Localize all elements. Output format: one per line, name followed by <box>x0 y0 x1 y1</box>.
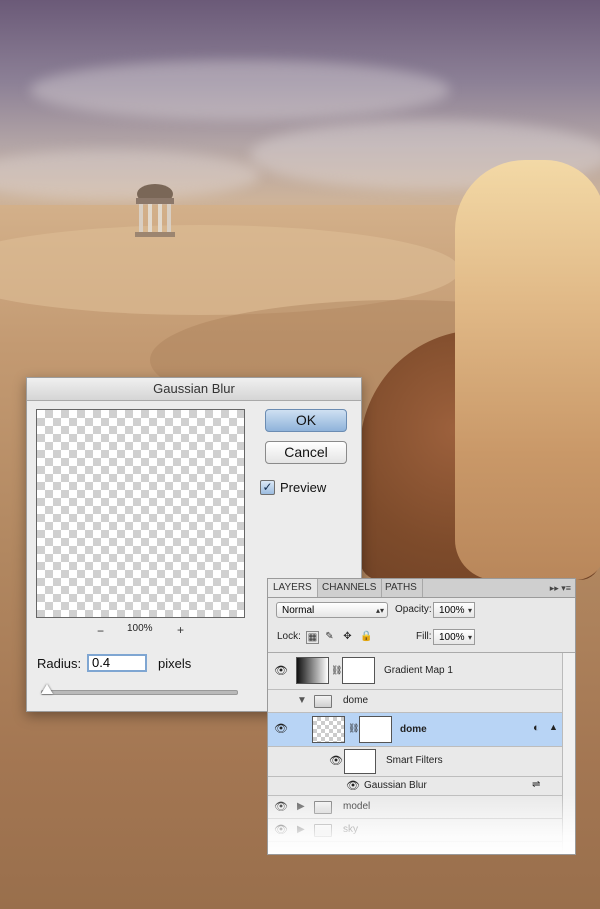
lock-transparency-icon[interactable]: ▦ <box>306 631 319 644</box>
radius-unit: pixels <box>158 656 192 671</box>
radius-slider-thumb[interactable] <box>41 684 53 694</box>
collapse-arrow-icon[interactable]: ▲ <box>549 722 558 732</box>
fill-label: Fill: <box>416 631 432 642</box>
layer-mask-thumbnail <box>359 716 392 743</box>
blend-controls: Normal ▴▾ Opacity: 100% ▾ <box>273 602 573 620</box>
smart-filter-badge-icon: ◐ <box>533 722 540 734</box>
layer-row[interactable]: 👁 ⛓ Gradient Map 1 <box>268 653 562 690</box>
filter-mask-thumbnail <box>344 749 376 774</box>
group-name: model <box>343 801 371 812</box>
expand-triangle-icon[interactable]: ▶ <box>297 824 305 835</box>
opacity-value: 100% <box>439 605 465 616</box>
layer-group-row[interactable]: 👁 ▶ sky <box>268 819 562 842</box>
opacity-input[interactable]: 100% ▾ <box>433 602 475 618</box>
eye-icon[interactable]: 👁 <box>328 754 344 768</box>
layer-group-row[interactable]: ▼ dome <box>268 690 562 713</box>
chevron-updown-icon: ▴▾ <box>375 606 384 615</box>
chevron-down-icon: ▾ <box>467 633 472 642</box>
expand-triangle-icon[interactable]: ▼ <box>297 695 307 706</box>
eye-icon[interactable]: 👁 <box>273 664 289 678</box>
blur-preview-canvas[interactable] <box>36 409 245 618</box>
preview-label: Preview <box>280 480 327 495</box>
dialog-title: Gaussian Blur <box>27 378 361 401</box>
tab-paths[interactable]: PATHS <box>380 579 423 597</box>
filter-row[interactable]: 👁 Gaussian Blur ⇌ <box>268 777 562 796</box>
lock-image-brush-icon[interactable]: ✎ <box>324 631 335 642</box>
ok-button[interactable]: OK <box>265 409 347 432</box>
lock-all-padlock-icon[interactable]: 🔒 <box>360 631 372 642</box>
radius-input[interactable] <box>87 654 147 672</box>
preview-checkbox[interactable]: ✓ <box>260 480 275 495</box>
layer-group-row[interactable]: 👁 ▶ model <box>268 796 562 819</box>
eye-icon[interactable]: 👁 <box>273 823 289 837</box>
smart-filters-row[interactable]: 👁 Smart Filters <box>268 747 562 777</box>
panel-menu-icon[interactable]: ▸▸ ▾≡ <box>550 579 571 597</box>
zoom-out-button[interactable]: − <box>97 624 104 638</box>
zoom-level: 100% <box>127 623 153 634</box>
eye-icon[interactable]: 👁 <box>273 800 289 814</box>
panel-tabs: LAYERS CHANNELS PATHS ▸▸ ▾≡ <box>268 579 575 598</box>
preview-option[interactable]: ✓ Preview <box>260 480 326 495</box>
domed-temple <box>135 184 175 237</box>
tab-layers[interactable]: LAYERS <box>268 579 318 597</box>
radius-label: Radius: <box>37 656 82 671</box>
cancel-button[interactable]: Cancel <box>265 441 347 464</box>
gradient-map-thumbnail <box>296 657 329 684</box>
expand-triangle-icon[interactable]: ▶ <box>297 801 305 812</box>
lock-position-move-icon[interactable]: ✥ <box>342 631 353 642</box>
lock-label: Lock: <box>277 631 301 642</box>
lock-controls: Lock: ▦ ✎ ✥ 🔒 Fill: 100% ▾ <box>273 629 573 647</box>
layer-name: Gradient Map 1 <box>384 665 453 676</box>
layers-list: 👁 ⛓ Gradient Map 1 ▼ dome 👁 ⛓ dome ◐ ▲ 👁… <box>268 652 575 854</box>
layers-scrollbar[interactable] <box>562 653 575 854</box>
fill-value: 100% <box>439 632 465 643</box>
tab-channels[interactable]: CHANNELS <box>317 579 383 597</box>
folder-icon <box>314 695 332 708</box>
smart-object-thumbnail <box>312 716 345 743</box>
layers-panel: LAYERS CHANNELS PATHS ▸▸ ▾≡ Normal ▴▾ Op… <box>267 578 576 855</box>
layer-row-selected[interactable]: 👁 ⛓ dome ◐ ▲ <box>268 713 562 747</box>
woman-hair <box>455 160 600 580</box>
chevron-down-icon: ▾ <box>467 606 472 615</box>
layer-name: dome <box>400 724 427 735</box>
folder-icon <box>314 801 332 814</box>
blending-options-icon[interactable]: ⇌ <box>532 779 540 790</box>
group-name: dome <box>343 695 369 706</box>
blend-mode-value: Normal <box>282 605 315 616</box>
fill-input[interactable]: 100% ▾ <box>433 629 475 645</box>
zoom-in-button[interactable]: + <box>177 623 184 637</box>
cloud <box>30 60 450 120</box>
smart-filters-label: Smart Filters <box>386 755 443 766</box>
eye-icon[interactable]: 👁 <box>345 779 361 793</box>
folder-icon <box>314 824 332 837</box>
blend-mode-select[interactable]: Normal ▴▾ <box>276 602 388 618</box>
layer-mask-thumbnail <box>342 657 375 684</box>
link-chain-icon: ⛓ <box>348 723 360 733</box>
eye-icon[interactable]: 👁 <box>273 722 289 736</box>
group-name: sky <box>343 824 358 835</box>
opacity-label: Opacity: <box>395 604 432 615</box>
filter-name: Gaussian Blur <box>364 780 427 791</box>
radius-slider[interactable] <box>41 690 238 695</box>
link-chain-icon: ⛓ <box>331 665 343 675</box>
